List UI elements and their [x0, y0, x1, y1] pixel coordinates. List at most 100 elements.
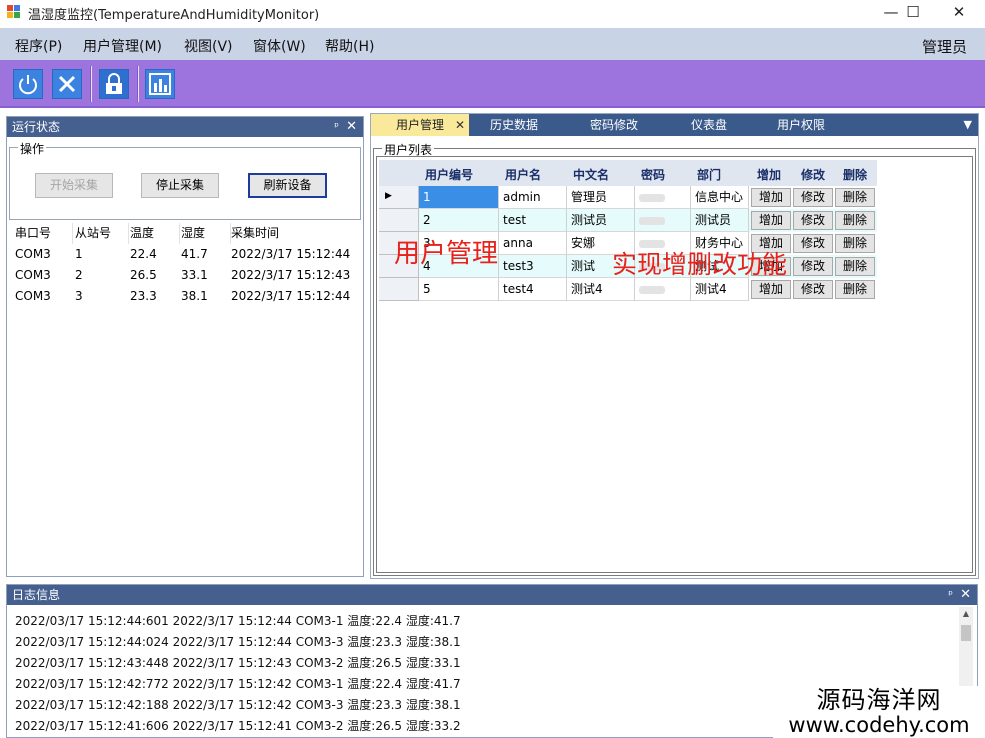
menu-program[interactable]: 程序(P): [15, 36, 62, 56]
add-user-button[interactable]: 增加: [751, 257, 791, 276]
watermark-name: 源码海洋网: [816, 686, 942, 714]
col-humidity: 湿度: [181, 223, 231, 244]
cell-username[interactable]: test4: [499, 278, 567, 301]
row-header[interactable]: ▶: [379, 186, 419, 209]
col-port: 串口号: [15, 223, 73, 244]
edit-user-button[interactable]: 修改: [793, 234, 833, 253]
list-item: 2022/03/17 15:12:44:601 2022/3/17 15:12:…: [15, 614, 461, 628]
cell-chinese-name[interactable]: 测试4: [567, 278, 635, 301]
cell-chinese-name[interactable]: 测试员: [567, 209, 635, 232]
lock-button[interactable]: [99, 69, 129, 99]
tab-user-permissions[interactable]: 用户权限: [759, 114, 843, 136]
scroll-up-icon[interactable]: ▲: [959, 607, 973, 621]
table-row[interactable]: COM3 3 23.3 38.1 2022/3/17 15:12:44: [9, 286, 361, 307]
cell-chinese-name[interactable]: 安娜: [567, 232, 635, 255]
row-header[interactable]: [379, 232, 419, 255]
scroll-thumb[interactable]: [961, 625, 971, 641]
refresh-device-button[interactable]: 刷新设备: [248, 173, 327, 198]
tab-user-management[interactable]: 用户管理 ✕: [371, 114, 469, 136]
cell-department[interactable]: 财务中心: [691, 232, 749, 255]
cell-chinese-name[interactable]: 测试: [567, 255, 635, 278]
cell-username[interactable]: anna: [499, 232, 567, 255]
cell-department[interactable]: 信息中心: [691, 186, 749, 209]
cell-user-id[interactable]: 2: [419, 209, 499, 232]
table-row[interactable]: COM3 2 26.5 33.1 2022/3/17 15:12:43: [9, 265, 361, 286]
col-add: 增加: [757, 168, 782, 182]
log-list[interactable]: 2022/03/17 15:12:44:601 2022/3/17 15:12:…: [15, 611, 461, 737]
maximize-button[interactable]: ☐: [890, 0, 936, 26]
close-button[interactable]: [52, 69, 82, 99]
cell-humidity: 33.1: [181, 268, 208, 282]
add-user-button[interactable]: 增加: [751, 211, 791, 230]
table-row[interactable]: 2 test 测试员 测试员 增加 修改 删除: [379, 209, 877, 232]
row-header[interactable]: [379, 255, 419, 278]
edit-user-button[interactable]: 修改: [793, 257, 833, 276]
chart-icon: [149, 73, 171, 95]
table-row[interactable]: 4 test3 测试 测试 增加 修改 删除: [379, 255, 877, 278]
cell-user-id[interactable]: 4: [419, 255, 499, 278]
menu-window[interactable]: 窗体(W): [253, 36, 306, 56]
edit-user-button[interactable]: 修改: [793, 188, 833, 207]
close-panel-icon[interactable]: ✕: [960, 585, 971, 605]
cell-temp: 23.3: [130, 289, 157, 303]
delete-user-button[interactable]: 删除: [835, 188, 875, 207]
stop-collect-button[interactable]: 停止采集: [141, 173, 219, 198]
cell-username[interactable]: test: [499, 209, 567, 232]
cell-department[interactable]: 测试4: [691, 278, 749, 301]
title-bar: 温湿度监控(TemperatureAndHumidityMonitor) — ☐…: [0, 0, 985, 26]
cell-department[interactable]: 测试: [691, 255, 749, 278]
tab-strip: 用户管理 ✕ 历史数据 密码修改 仪表盘 用户权限 ▼: [371, 114, 978, 136]
cell-user-id[interactable]: 3: [419, 232, 499, 255]
table-row[interactable]: 3 anna 安娜 财务中心 增加 修改 删除: [379, 232, 877, 255]
tab-list-dropdown-icon[interactable]: ▼: [964, 114, 972, 136]
table-row[interactable]: ▶ 1 admin 管理员 信息中心 增加 修改 删除: [379, 186, 877, 209]
user-list-container: 用户编号 用户名 中文名 密码 部门 增加 修改 删除 ▶ 1 admin 管理…: [376, 156, 973, 573]
table-row[interactable]: 5 test4 测试4 测试4 增加 修改 删除: [379, 278, 877, 301]
start-collect-button[interactable]: 开始采集: [35, 173, 113, 198]
tab-dashboard[interactable]: 仪表盘: [669, 114, 749, 136]
cell-password[interactable]: [635, 186, 691, 209]
close-tab-icon[interactable]: ✕: [455, 114, 465, 136]
cell-time: 2022/3/17 15:12:43: [231, 268, 351, 282]
delete-user-button[interactable]: 删除: [835, 211, 875, 230]
chart-button[interactable]: [145, 69, 175, 99]
col-temp: 温度: [130, 223, 180, 244]
tab-history-data[interactable]: 历史数据: [469, 114, 559, 136]
delete-user-button[interactable]: 删除: [835, 280, 875, 299]
cell-department[interactable]: 测试员: [691, 209, 749, 232]
cell-password[interactable]: [635, 278, 691, 301]
menu-view[interactable]: 视图(V): [184, 36, 233, 56]
cell-user-id[interactable]: 1: [419, 186, 499, 209]
add-user-button[interactable]: 增加: [751, 280, 791, 299]
cell-chinese-name[interactable]: 管理员: [567, 186, 635, 209]
power-button[interactable]: [13, 69, 43, 99]
pin-icon[interactable]: ᵖ: [948, 585, 953, 605]
pin-icon[interactable]: ᵖ: [334, 117, 339, 137]
table-row[interactable]: COM3 1 22.4 41.7 2022/3/17 15:12:44: [9, 244, 361, 265]
edit-user-button[interactable]: 修改: [793, 211, 833, 230]
cell-password[interactable]: [635, 255, 691, 278]
close-window-button[interactable]: ✕: [936, 0, 982, 26]
cell-username[interactable]: test3: [499, 255, 567, 278]
cell-username[interactable]: admin: [499, 186, 567, 209]
delete-user-button[interactable]: 删除: [835, 257, 875, 276]
cell-user-id[interactable]: 5: [419, 278, 499, 301]
status-panel-title: 运行状态: [12, 120, 61, 134]
menu-help[interactable]: 帮助(H): [325, 36, 374, 56]
close-panel-icon[interactable]: ✕: [346, 117, 357, 137]
delete-user-button[interactable]: 删除: [835, 234, 875, 253]
menu-user-management[interactable]: 用户管理(M): [83, 36, 162, 56]
row-header[interactable]: [379, 278, 419, 301]
status-panel: 运行状态 ᵖ ✕ 操作 开始采集 停止采集 刷新设备 串口号 从站号 温度 湿度…: [6, 116, 364, 577]
edit-user-button[interactable]: 修改: [793, 280, 833, 299]
cell-password[interactable]: [635, 232, 691, 255]
watermark: 源码海洋网 www.codehy.com: [773, 686, 985, 738]
add-user-button[interactable]: 增加: [751, 188, 791, 207]
cell-password[interactable]: [635, 209, 691, 232]
user-list-group: 用户列表 用户编号 用户名 中文名 密码 部门 增加 修改 删除 ▶ 1 adm…: [373, 141, 976, 576]
row-header[interactable]: [379, 209, 419, 232]
toolbar-separator: [137, 66, 139, 102]
masked-password: [639, 194, 665, 202]
tab-password-change[interactable]: 密码修改: [569, 114, 659, 136]
add-user-button[interactable]: 增加: [751, 234, 791, 253]
